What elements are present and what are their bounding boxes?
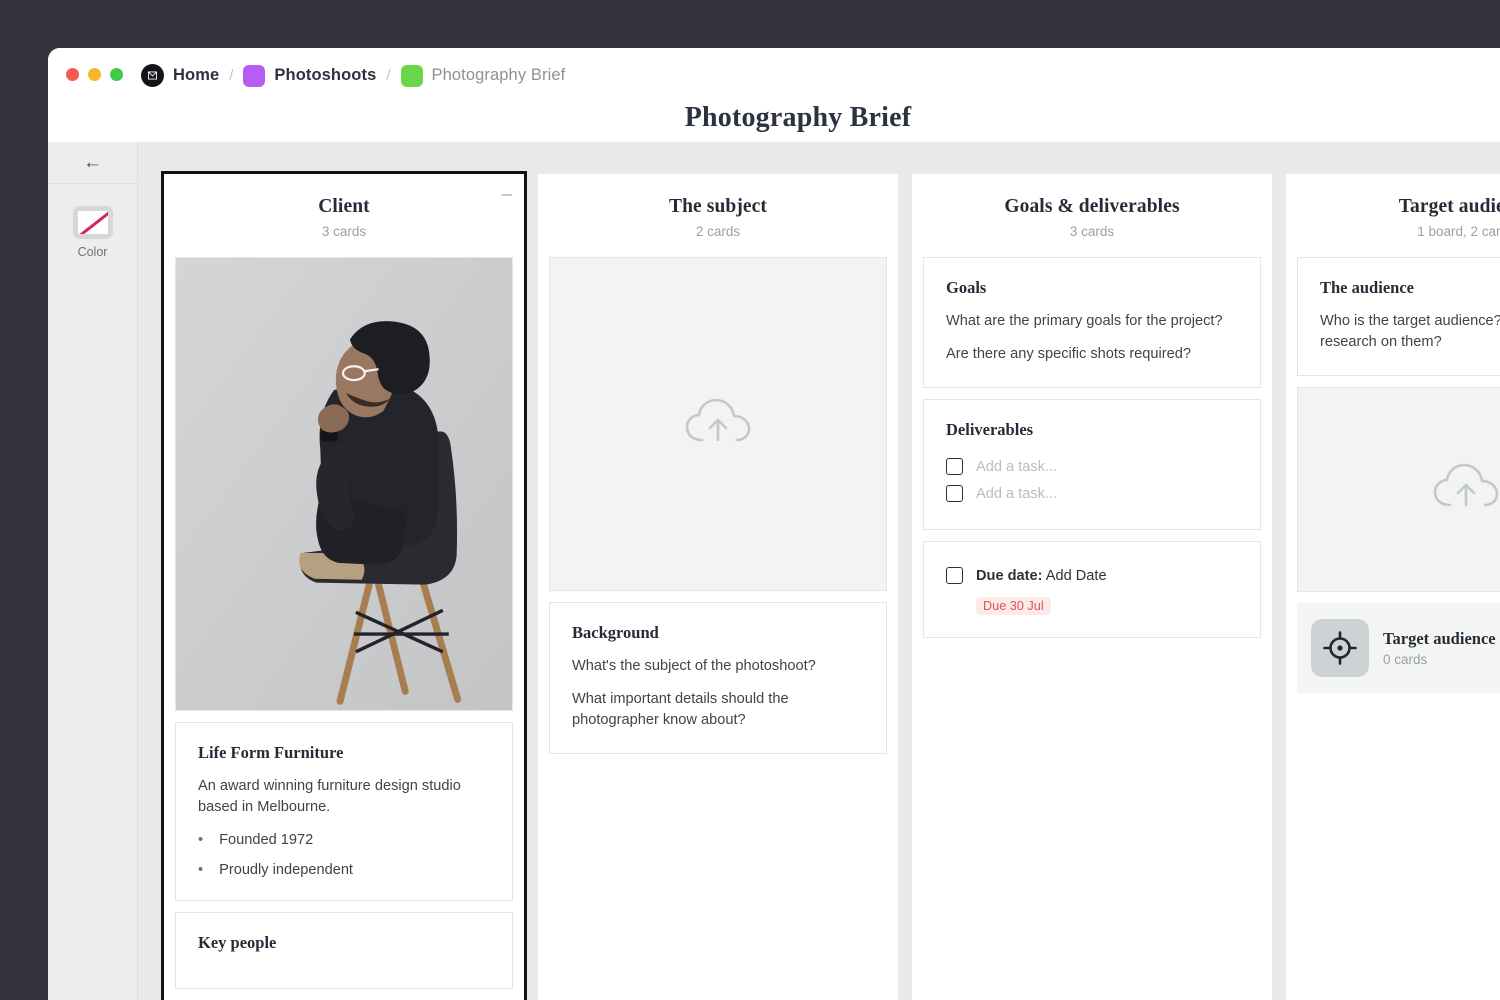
column-body: The audience Who is the target audience?… [1286,257,1500,1000]
breadcrumb-home-label: Home [173,66,220,84]
board-column-target-audience[interactable]: Target audience 1 board, 2 cards The aud… [1286,174,1500,1000]
card-deliverables[interactable]: Deliverables Add a task... Add a task... [923,399,1261,531]
arrow-left-icon: ← [83,151,102,173]
nested-board-tile-target-audience[interactable]: Target audience 0 cards [1297,603,1500,694]
breadcrumb-item-home[interactable]: Home [141,64,219,87]
workspace: ← Color Client 3 cards Life Form Furnitu… [48,142,1500,1000]
card-title: Goals [946,278,987,297]
board-column-the-subject[interactable]: The subject 2 cards Background What's th… [538,174,898,1000]
column-body: Life Form Furniture An award winning fur… [164,257,524,1000]
task-placeholder[interactable]: Add a task... [976,459,1057,475]
column-title: Goals & deliverables [1004,196,1180,217]
due-date-row[interactable]: Due date: Add Date [946,562,1238,589]
bullet-dot-icon: • [198,862,204,878]
close-window-button[interactable] [66,68,79,81]
cloud-upload-icon [684,396,752,453]
card-the-audience[interactable]: The audience Who is the target audience?… [1297,257,1500,377]
card-bullet-label: Founded 1972 [219,832,314,848]
cloud-upload-icon [1432,461,1500,518]
card-paragraph: An award winning furniture design studio… [198,777,461,815]
card-image-upload[interactable] [549,257,887,591]
due-date-value: Add Date [1042,567,1107,584]
color-swatch-icon [72,206,113,239]
window-traffic-lights[interactable] [66,68,123,81]
column-card-count: 3 cards [321,224,367,239]
column-title: Target audience [1398,196,1500,217]
card-bullet-item: • Founded 1972 [198,832,490,848]
breadcrumb: Home / Photoshoots / Photography Brief [141,64,565,87]
card-title: Life Form Furniture [198,742,344,762]
column-body: Goals What are the primary goals for the… [912,257,1272,1000]
card-bullet-item: • Proudly independent [198,862,490,878]
column-header: The subject 2 cards [538,174,898,257]
breadcrumb-separator-1: / [229,67,234,84]
target-icon [1311,619,1369,678]
minimize-window-button[interactable] [88,68,101,81]
breadcrumb-item-photoshoots[interactable]: Photoshoots [243,64,377,87]
card-paragraph: Who is the target audience? Any backgrou… [1320,313,1500,351]
card-title: Deliverables [946,420,1034,440]
column-title: Client [318,196,370,217]
photography-brief-color-icon [400,64,423,87]
card-title: The audience [1320,278,1414,297]
due-date-badge: Due 30 Jul [976,597,1051,616]
board-column-goals-deliverables[interactable]: Goals & deliverables 3 cards Goals What … [912,174,1272,1000]
column-card-count: 3 cards [1069,224,1115,239]
app-window: Home / Photoshoots / Photography Brief P… [48,48,1500,1000]
checklist-item[interactable]: Add a task... [946,480,1238,507]
breadcrumb-item-photography-brief[interactable]: Photography Brief [400,64,566,87]
task-placeholder[interactable]: Add a task... [976,486,1057,502]
checkbox-icon[interactable] [946,458,963,476]
board-canvas[interactable]: Client 3 cards Life Form Furniture An aw… [138,142,1500,1000]
breadcrumb-photography-brief-label: Photography Brief [431,66,566,84]
column-card-count: 1 board, 2 cards [1417,224,1500,239]
back-button[interactable]: ← [48,142,137,184]
nested-board-name: Target audience [1383,629,1496,649]
tool-list: Color [48,184,137,259]
card-key-people[interactable]: Key people [175,912,513,989]
page-title: Photography Brief [684,102,912,133]
bullet-dot-icon: • [198,832,204,848]
column-header: Client 3 cards [164,174,524,257]
due-date-label[interactable]: Due date: Add Date [976,568,1107,584]
card-image-upload[interactable] [1297,387,1500,593]
card-paragraph: Are there any specific shots required? [946,346,1191,363]
tool-rail: ← Color [48,142,138,1000]
card-due-date[interactable]: Due date: Add Date Due 30 Jul [923,541,1261,639]
checkbox-icon[interactable] [946,485,963,503]
column-card-count: 2 cards [695,224,741,239]
nested-board-card-count: 0 cards [1383,652,1428,668]
breadcrumb-photoshoots-label: Photoshoots [274,66,377,84]
column-title: The subject [668,196,768,217]
checkbox-icon[interactable] [946,567,963,585]
card-paragraph: What are the primary goals for the proje… [946,313,1223,329]
nested-board-text: Target audience 0 cards [1383,629,1496,667]
due-date-prefix: Due date: [976,567,1043,584]
tool-color-label: Color [77,245,108,259]
maximize-window-button[interactable] [110,68,123,81]
photo-card[interactable] [175,257,513,711]
card-life-form-furniture[interactable]: Life Form Furniture An award winning fur… [175,721,513,901]
photoshoots-color-icon [243,64,266,87]
column-header: Goals & deliverables 3 cards [912,174,1272,257]
column-header: Target audience 1 board, 2 cards [1286,174,1500,257]
tool-color[interactable]: Color [48,206,137,259]
collapse-column-icon[interactable] [501,194,512,196]
card-paragraph: What important details should the photog… [572,691,789,729]
card-goals[interactable]: Goals What are the primary goals for the… [923,257,1261,389]
checklist-item[interactable]: Add a task... [946,453,1238,480]
breadcrumb-separator-2: / [386,67,391,84]
card-paragraph: What's the subject of the photoshoot? [572,658,816,674]
card-background[interactable]: Background What's the subject of the pho… [549,602,887,755]
column-body: Background What's the subject of the pho… [538,257,898,1000]
home-logo-icon [141,64,164,87]
card-title: Background [572,623,659,642]
card-title: Key people [198,933,277,952]
card-bullet-label: Proudly independent [219,862,353,878]
board-column-client[interactable]: Client 3 cards Life Form Furniture An aw… [161,171,527,1000]
titlebar: Home / Photoshoots / Photography Brief P… [48,48,1500,142]
